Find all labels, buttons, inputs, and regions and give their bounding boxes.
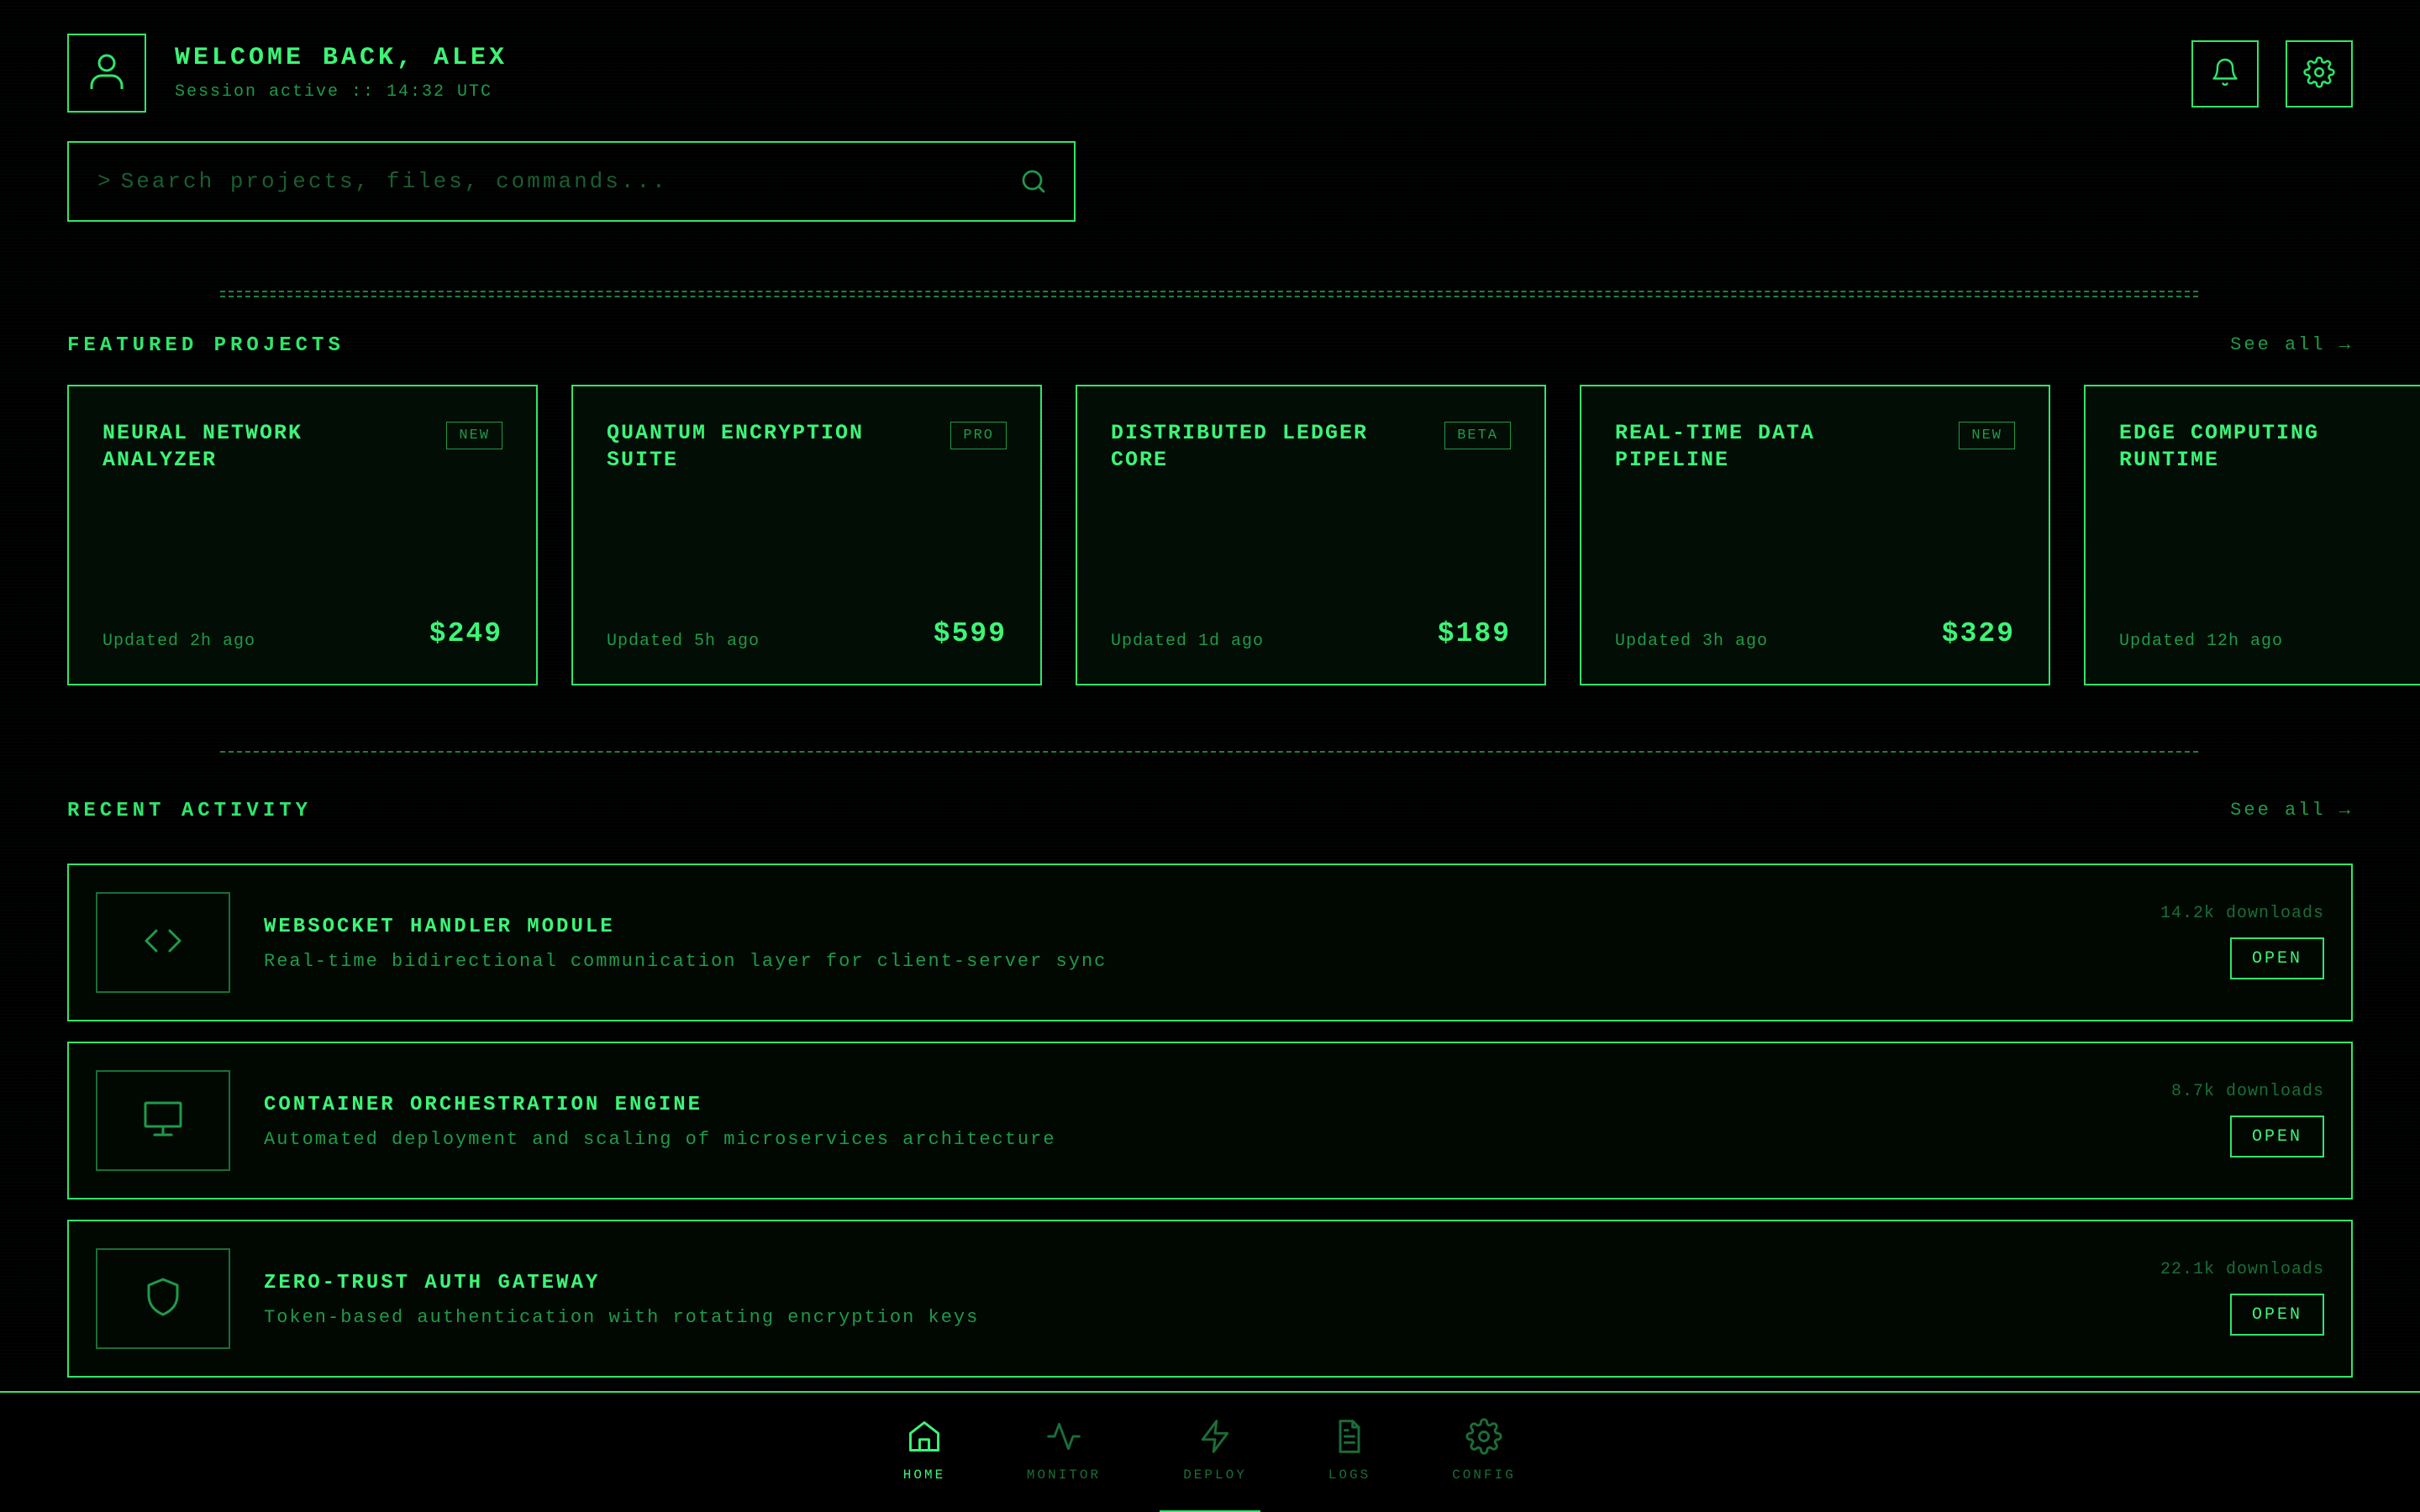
activity-title: WEBSOCKET HANDLER MODULE <box>264 916 615 938</box>
nav-item-home[interactable]: HOME <box>865 1418 983 1510</box>
project-card-badge: PRO <box>950 422 1007 449</box>
project-card-title: QUANTUM ENCRYPTION SUITE <box>607 421 865 472</box>
gear-icon <box>2303 55 2335 92</box>
featured-projects-title: FEATURED PROJECTS <box>67 334 345 357</box>
nav-item-config[interactable]: CONFIG <box>1425 1418 1543 1510</box>
activity-downloads: 8.7k downloads <box>2170 1082 2324 1101</box>
project-card-updated: Updated 2h ago <box>103 632 256 651</box>
activity-title: CONTAINER ORCHESTRATION ENGINE <box>264 1094 703 1116</box>
project-card-price: $329 <box>1941 618 2015 649</box>
activity-downloads: 22.1k downloads <box>2160 1260 2324 1279</box>
open-button[interactable]: OPEN <box>2230 1116 2324 1158</box>
row-icon-box <box>96 892 230 993</box>
activity-row[interactable]: ZERO-TRUST AUTH GATEWAY Token-based auth… <box>67 1220 2353 1378</box>
section-divider <box>220 291 2198 297</box>
project-card-updated: Updated 1d ago <box>1111 632 1265 651</box>
activity-description: Token-based authentication with rotating… <box>264 1307 980 1328</box>
nav-label-home: HOME <box>902 1467 946 1483</box>
recent-activity-title: RECENT ACTIVITY <box>67 800 313 822</box>
settings-button[interactable] <box>2286 40 2353 108</box>
section-divider <box>220 751 2198 753</box>
bell-icon <box>2210 57 2240 92</box>
activity-icon <box>1045 1418 1082 1459</box>
open-button[interactable]: OPEN <box>2230 1294 2324 1336</box>
open-button[interactable]: OPEN <box>2230 937 2324 979</box>
shield-icon <box>145 1277 181 1321</box>
activity-see-all-link[interactable]: See all → <box>2230 800 2353 821</box>
lightning-icon <box>1197 1418 1234 1459</box>
project-card-updated: Updated 5h ago <box>607 632 760 651</box>
row-icon-box <box>96 1248 230 1349</box>
project-card-title: NEURAL NETWORK ANALYZER <box>103 421 303 472</box>
row-icon-box <box>96 1070 230 1171</box>
project-card-title: REAL-TIME DATA PIPELINE <box>1615 421 1816 472</box>
session-status: Session active :: 14:32 UTC <box>175 82 493 102</box>
activity-downloads: 14.2k downloads <box>2160 904 2324 923</box>
nav-item-deploy[interactable]: DEPLOY <box>1156 1418 1274 1510</box>
nav-label-config: CONFIG <box>1452 1467 1516 1483</box>
project-card-price: $249 <box>429 618 502 649</box>
nav-item-monitor[interactable]: MONITOR <box>1005 1418 1123 1510</box>
project-card-badge: NEW <box>1959 422 2015 449</box>
code-icon <box>143 926 183 960</box>
nav-item-logs[interactable]: LOGS <box>1291 1418 1408 1510</box>
project-card-price: $189 <box>1437 618 1511 649</box>
notifications-button[interactable] <box>2191 40 2259 108</box>
project-card-badge: NEW <box>446 422 502 449</box>
app-root: WELCOME BACK, ALEX Session active :: 14:… <box>0 0 2420 1512</box>
search-prompt: > <box>97 169 111 194</box>
avatar[interactable] <box>67 34 146 113</box>
project-card[interactable]: QUANTUM ENCRYPTION SUITE PRO Updated 5h … <box>571 385 1042 685</box>
project-card-badge: BETA <box>1444 422 1511 449</box>
project-card-updated: Updated 3h ago <box>1615 632 1769 651</box>
project-card[interactable]: REAL-TIME DATA PIPELINE NEW Updated 3h a… <box>1580 385 2050 685</box>
monitor-icon <box>143 1100 183 1142</box>
nav-label-deploy: DEPLOY <box>1183 1467 1247 1483</box>
project-card-title: DISTRIBUTED LEDGER CORE <box>1111 421 1369 472</box>
file-icon <box>1331 1418 1368 1459</box>
nav-label-monitor: MONITOR <box>1026 1467 1102 1483</box>
welcome-title: WELCOME BACK, ALEX <box>175 44 508 72</box>
user-icon <box>87 50 127 97</box>
activity-row[interactable]: WEBSOCKET HANDLER MODULE Real-time bidir… <box>67 864 2353 1021</box>
search-input[interactable] <box>110 143 993 220</box>
activity-row[interactable]: CONTAINER ORCHESTRATION ENGINE Automated… <box>67 1042 2353 1200</box>
project-card[interactable]: DISTRIBUTED LEDGER CORE BETA Updated 1d … <box>1076 385 1546 685</box>
search-icon[interactable] <box>993 143 1074 220</box>
nav-label-logs: LOGS <box>1328 1467 1371 1483</box>
project-card-updated: Updated 12h ago <box>2119 632 2284 651</box>
home-icon <box>906 1418 943 1459</box>
search-bar: > <box>67 141 1076 222</box>
activity-description: Automated deployment and scaling of micr… <box>264 1129 1056 1150</box>
featured-see-all-link[interactable]: See all → <box>2230 334 2353 355</box>
project-card-price: $599 <box>933 618 1007 649</box>
activity-title: ZERO-TRUST AUTH GATEWAY <box>264 1272 601 1294</box>
project-card[interactable]: EDGE COMPUTING RUNTIME Updated 12h ago <box>2084 385 2420 685</box>
gear-icon <box>1465 1418 1502 1459</box>
project-card[interactable]: NEURAL NETWORK ANALYZER NEW Updated 2h a… <box>67 385 538 685</box>
activity-description: Real-time bidirectional communication la… <box>264 951 1107 972</box>
bottom-nav: HOME MONITOR DEPLOY LOGS CONFIG <box>0 1391 2420 1512</box>
project-card-title: EDGE COMPUTING RUNTIME <box>2119 421 2320 472</box>
